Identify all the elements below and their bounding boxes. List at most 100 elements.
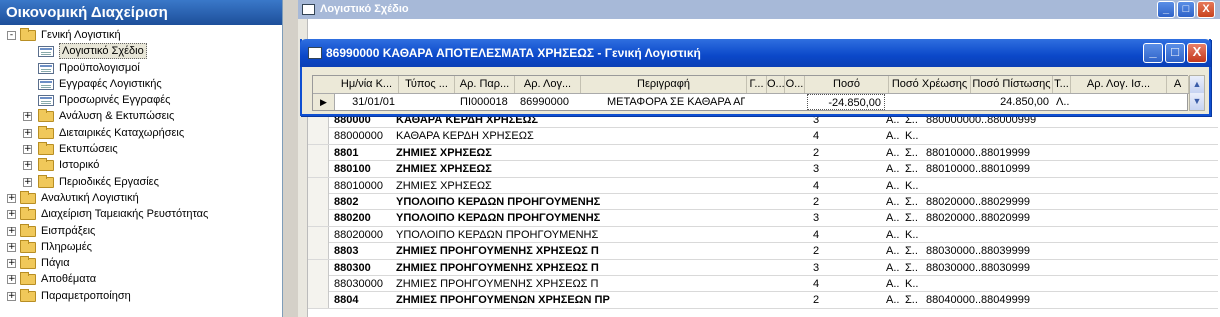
expand-icon[interactable]: + (7, 210, 16, 220)
account-no-cell[interactable]: 8802 (334, 194, 394, 210)
table-row[interactable]: 8804 ΖΗΜΙΕΣ ΠΡΟΗΓΟΥΜΕΝΩΝ ΧΡΗΣΕΩΝ ΠΡ 2 Α.. Σ.… (308, 292, 1218, 309)
indentation-cell[interactable]: 2 (813, 145, 833, 161)
account-type-cell[interactable]: Α.. (886, 210, 902, 226)
indentation-cell[interactable]: 3 (813, 260, 833, 276)
indentation-cell[interactable]: 4 (813, 276, 833, 292)
column-header[interactable]: Ημ/νία Κ... (335, 76, 399, 93)
table-row[interactable]: 88030000 ΖΗΜΙΕΣ ΠΡΟΗΓΟΥΜΕΝΗΣ ΧΡΗΣΕΩΣ Π 4 Α.… (308, 275, 1218, 293)
table-row[interactable]: 8801 ΖΗΜΙΕΣ ΧΡΗΣΕΩΣ 2 Α.. Σ.. 88010000..88019… (308, 144, 1218, 162)
column-header[interactable]: Τύπος ... (399, 76, 455, 93)
expand-icon[interactable]: + (7, 259, 16, 269)
nav-item[interactable]: + Παραμετροποίηση (0, 288, 282, 304)
account-name-cell[interactable]: ΖΗΜΙΕΣ ΠΡΟΗΓΟΥΜΕΝΗΣ ΧΡΗΣΕΩΣ Π (396, 260, 776, 276)
account-type-cell[interactable]: Α.. (886, 243, 902, 259)
income-balance-cell[interactable]: Κ.. (905, 227, 921, 243)
row-selector[interactable] (308, 128, 329, 145)
income-balance-cell[interactable]: Κ.. (905, 276, 921, 292)
nav-item[interactable]: Εγγραφές Λογιστικής (0, 76, 282, 92)
column-header[interactable]: Αρ. Παρ... (455, 76, 515, 93)
column-header[interactable]: Τ... (1053, 76, 1071, 93)
account-type-cell[interactable]: Α.. (886, 194, 902, 210)
account-type-cell[interactable]: Α.. (886, 145, 902, 161)
column-header[interactable]: Γ... (747, 76, 767, 93)
expand-icon[interactable]: + (23, 112, 32, 122)
vertical-scrollbar[interactable]: ▲ ▼ (1189, 75, 1205, 111)
scroll-up-icon[interactable]: ▲ (1190, 76, 1204, 93)
expand-icon[interactable]: + (23, 145, 32, 155)
table-row[interactable]: 88000000 ΚΑΘΑΡΑ ΚΕΡΔΗ ΧΡΗΣΕΩΣ 4 Α.. Κ.. (308, 128, 1218, 145)
amount-cell[interactable]: -24.850,00 (807, 94, 885, 110)
account-name-cell[interactable]: ΖΗΜΙΕΣ ΠΡΟΗΓΟΥΜΕΝΩΝ ΧΡΗΣΕΩΝ ΠΡ (396, 292, 776, 308)
table-row[interactable]: 88020000 ΥΠΟΛΟΙΠΟ ΚΕΡΔΩΝ ΠΡΟΗΓΟΥΜΕΝΗΣ 4 Α..… (308, 226, 1218, 244)
table-row[interactable]: 88010000 ΖΗΜΙΕΣ ΧΡΗΣΕΩΣ 4 Α.. Κ.. (308, 177, 1218, 194)
nav-item[interactable]: + Περιοδικές Εργασίες (0, 174, 282, 190)
totaling-cell[interactable]: 88030000..88039999 (926, 243, 1126, 259)
row-selector[interactable] (308, 226, 329, 243)
document-type-cell[interactable] (401, 94, 455, 110)
ledger-entries-title-bar[interactable]: 86990000 ΚΑΘΑΡΑ ΑΠΟΤΕΛΕΣΜΑΤΑ ΧΡΗΣΕΩΣ - Γ… (300, 39, 1211, 67)
column-header[interactable]: Ποσό Χρέωσης (889, 76, 971, 93)
table-row[interactable]: 8803 ΖΗΜΙΕΣ ΠΡΟΗΓΟΥΜΕΝΗΣ ΧΡΗΣΕΩΣ Π 2 Α.. Σ..… (308, 243, 1218, 260)
income-balance-cell[interactable]: Σ.. (905, 194, 921, 210)
minimize-button[interactable]: _ (1143, 43, 1163, 63)
nav-item[interactable]: Λογιστικό Σχέδιο (0, 43, 282, 60)
column-header[interactable]: Ο... (785, 76, 805, 93)
table-row[interactable]: ▶ 31/01/01 ΠΙ000018 86990000 ΜΕΤΑΦΟΡΑ ΣΕ… (313, 94, 1189, 111)
column-header[interactable]: Ποσό Πίστωσης (971, 76, 1053, 93)
income-balance-cell[interactable]: Κ.. (905, 128, 921, 144)
nav-item[interactable]: + Αποθέματα (0, 271, 282, 287)
expand-icon[interactable]: + (7, 291, 16, 301)
row-selector[interactable] (308, 144, 329, 161)
table-row[interactable]: 880300 ΖΗΜΙΕΣ ΠΡΟΗΓΟΥΜΕΝΗΣ ΧΡΗΣΕΩΣ Π 3 Α.. Σ… (308, 259, 1218, 276)
totaling-cell[interactable]: 88020000..88020999 (926, 210, 1126, 226)
account-type-cell[interactable]: Α.. (886, 178, 902, 194)
maximize-button[interactable]: □ (1165, 43, 1185, 63)
close-button[interactable]: X (1187, 43, 1207, 63)
account-no-cell[interactable]: 88030000 (334, 276, 394, 292)
expand-icon[interactable]: + (23, 128, 32, 138)
account-no-cell[interactable]: 880200 (334, 210, 394, 226)
row-selector[interactable] (308, 193, 329, 210)
income-balance-cell[interactable]: Κ.. (905, 178, 921, 194)
nav-item[interactable]: - Γενική Λογιστική (0, 27, 282, 43)
nav-item[interactable]: Προσωρινές Εγγραφές (0, 92, 282, 108)
account-type-cell[interactable]: Α.. (886, 292, 902, 308)
totaling-cell[interactable]: 88020000..88029999 (926, 194, 1126, 210)
account-name-cell[interactable]: ΥΠΟΛΟΙΠΟ ΚΕΡΔΩΝ ΠΡΟΗΓΟΥΜΕΝΗΣ (396, 210, 776, 226)
account-name-cell[interactable]: ΚΑΘΑΡΑ ΚΕΡΔΗ ΧΡΗΣΕΩΣ (396, 128, 776, 144)
nav-item[interactable]: + Εκτυπώσεις (0, 141, 282, 157)
totaling-cell[interactable]: 88010000..88019999 (926, 145, 1126, 161)
nav-item[interactable]: + Εισπράξεις (0, 223, 282, 239)
account-type-cell[interactable]: Α.. (886, 276, 902, 292)
expand-icon[interactable]: + (7, 226, 16, 236)
account-type-cell[interactable]: Α.. (886, 227, 902, 243)
income-balance-cell[interactable]: Σ.. (905, 243, 921, 259)
scroll-down-icon[interactable]: ▼ (1190, 93, 1204, 110)
nav-item[interactable]: Προϋπολογισμοί (0, 60, 282, 76)
income-balance-cell[interactable]: Σ.. (905, 210, 921, 226)
row-selector[interactable] (308, 259, 329, 276)
totaling-cell[interactable]: 88010000..88010999 (926, 161, 1126, 177)
account-no-cell[interactable]: 86990000 (517, 94, 581, 110)
indentation-cell[interactable]: 4 (813, 227, 833, 243)
row-selector[interactable] (308, 177, 329, 194)
account-no-cell[interactable]: 8803 (334, 243, 394, 259)
indentation-cell[interactable]: 4 (813, 128, 833, 144)
row-selector[interactable] (308, 292, 329, 309)
type-cell[interactable]: Λ.. (1053, 94, 1075, 110)
account-name-cell[interactable]: ΥΠΟΛΟΙΠΟ ΚΕΡΔΩΝ ΠΡΟΗΓΟΥΜΕΝΗΣ (396, 227, 776, 243)
income-balance-cell[interactable]: Σ.. (905, 161, 921, 177)
credit-amount-cell[interactable]: 24.850,00 (971, 94, 1051, 110)
nav-item[interactable]: + Διεταιρικές Καταχωρήσεις (0, 125, 282, 141)
document-no-cell[interactable]: ΠΙ000018 (457, 94, 515, 110)
expand-icon[interactable]: + (7, 275, 16, 285)
account-name-cell[interactable]: ΖΗΜΙΕΣ ΧΡΗΣΕΩΣ (396, 161, 776, 177)
chart-of-accounts-title-bar[interactable]: Λογιστικό Σχέδιο _ □ X (298, 0, 1220, 19)
account-type-cell[interactable]: Α.. (886, 161, 902, 177)
indentation-cell[interactable]: 2 (813, 292, 833, 308)
row-selector[interactable] (308, 275, 329, 292)
table-row[interactable]: 880100 ΖΗΜΙΕΣ ΧΡΗΣΕΩΣ 3 Α.. Σ.. 88010000..880… (308, 161, 1218, 178)
account-no-cell[interactable]: 88020000 (334, 227, 394, 243)
account-name-cell[interactable]: ΥΠΟΛΟΙΠΟ ΚΕΡΔΩΝ ΠΡΟΗΓΟΥΜΕΝΗΣ (396, 194, 776, 210)
indentation-cell[interactable]: 2 (813, 194, 833, 210)
